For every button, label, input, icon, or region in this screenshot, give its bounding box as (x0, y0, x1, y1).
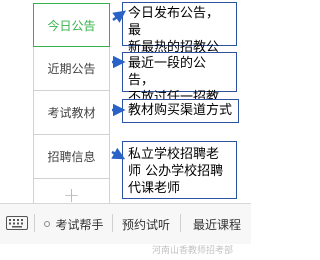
tab-label: 最近课程 (192, 217, 241, 232)
menu-item-today-announcements[interactable]: 今日公告 (33, 3, 110, 47)
bottom-menu-bar: 考试帮手 预约试听 最近课程 (0, 203, 251, 244)
tab-label: 考试帮手 (55, 217, 104, 232)
tab-divider (180, 214, 181, 232)
submenu-dot-icon (44, 221, 51, 227)
keyboard-toggle-button[interactable] (2, 212, 31, 234)
callout-recruitment-info: 私立学校招聘老 师 公办学校招聘 代课老师 (122, 141, 237, 199)
watermark: 河南山香教师招考部 (152, 246, 234, 256)
tab-label: 预约试听 (121, 217, 170, 232)
tab-book-trial[interactable]: 预约试听 (114, 215, 178, 233)
callout-today-announcements: 今日发布公告，最 新最热的招教公告 (122, 2, 237, 72)
tab-divider (112, 214, 113, 232)
menu-item-label: 考试教材 (47, 106, 96, 120)
menu-item-recent-announcements[interactable]: 近期公告 (33, 47, 110, 91)
tab-divider (34, 214, 35, 232)
menu-item-label: 招聘信息 (47, 150, 96, 164)
menu-item-label: 近期公告 (47, 62, 96, 76)
popup-menu: 今日公告 近期公告 考试教材 招聘信息 + (33, 3, 112, 212)
callout-recent-announcements: 最近一段的公告， 不放过任一招教 (122, 52, 237, 105)
tab-recent-courses[interactable]: 最近课程 (184, 215, 250, 233)
menu-item-exam-textbooks[interactable]: 考试教材 (33, 91, 110, 135)
menu-item-label: 今日公告 (47, 18, 96, 33)
keyboard-icon (5, 216, 28, 230)
menu-item-recruitment-info[interactable]: 招聘信息 (33, 135, 110, 179)
tab-exam-helper[interactable]: 考试帮手 (38, 215, 110, 233)
callout-exam-textbooks: 教材购买渠道方式 (122, 99, 239, 123)
